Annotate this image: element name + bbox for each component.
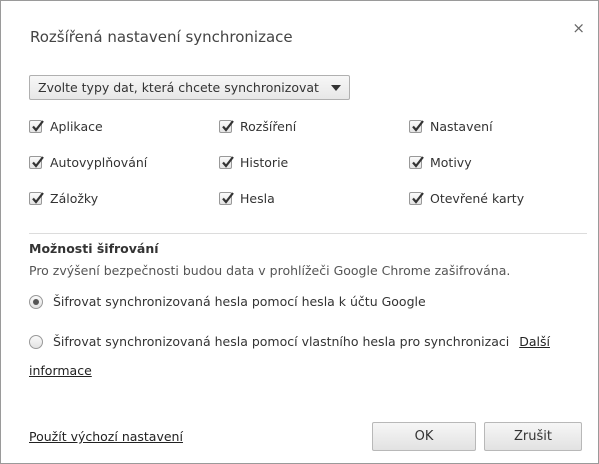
checkbox-extensions[interactable]: Rozšíření: [219, 119, 296, 134]
reset-defaults-link[interactable]: Použít výchozí nastavení: [29, 429, 183, 444]
encryption-description: Pro zvýšení bezpečnosti budou data v pro…: [29, 263, 511, 278]
radio-encrypt-custom[interactable]: Šifrovat synchronizovaná hesla pomocí vl…: [29, 334, 550, 349]
ok-button[interactable]: OK: [372, 422, 476, 451]
checkbox-checked-icon[interactable]: [29, 120, 44, 133]
sync-type-dropdown-value: Zvolte typy dat, která chcete synchroniz…: [38, 80, 319, 95]
cancel-button[interactable]: Zrušit: [484, 422, 582, 451]
radio-selected-icon[interactable]: [29, 294, 43, 309]
radio-label-google: Šifrovat synchronizovaná hesla pomocí he…: [53, 294, 426, 309]
checkbox-checked-icon[interactable]: [409, 156, 424, 169]
checkbox-label: Rozšíření: [240, 119, 297, 134]
checkbox-checked-icon[interactable]: [29, 192, 44, 205]
checkbox-label: Historie: [240, 155, 289, 170]
checkbox-history[interactable]: Historie: [219, 155, 288, 170]
checkbox-label: Aplikace: [50, 119, 103, 134]
checkbox-apps[interactable]: Aplikace: [29, 119, 103, 134]
checkbox-checked-icon[interactable]: [219, 192, 234, 205]
advanced-sync-dialog: Rozšířená nastavení synchronizace × Zvol…: [0, 0, 599, 464]
encryption-section-title: Možnosti šifrování: [29, 241, 159, 256]
learn-more-link-continued[interactable]: informace: [29, 363, 92, 378]
section-divider: [29, 233, 587, 234]
checkbox-passwords[interactable]: Hesla: [219, 191, 275, 206]
checkbox-label: Hesla: [240, 191, 275, 206]
checkbox-settings[interactable]: Nastavení: [409, 119, 493, 134]
close-icon[interactable]: ×: [572, 21, 585, 36]
dialog-title: Rozšířená nastavení synchronizace: [30, 28, 293, 46]
checkbox-open-tabs[interactable]: Otevřené karty: [409, 191, 524, 206]
checkbox-checked-icon[interactable]: [219, 156, 234, 169]
checkbox-label: Autovyplňování: [50, 155, 148, 170]
radio-label-custom: Šifrovat synchronizovaná hesla pomocí vl…: [53, 334, 510, 349]
checkbox-bookmarks[interactable]: Záložky: [29, 191, 98, 206]
radio-encrypt-google[interactable]: Šifrovat synchronizovaná hesla pomocí he…: [29, 294, 426, 309]
checkbox-label: Nastavení: [430, 119, 493, 134]
checkbox-themes[interactable]: Motivy: [409, 155, 472, 170]
checkbox-label: Záložky: [50, 191, 99, 206]
chevron-down-icon: [330, 84, 341, 91]
checkbox-label: Otevřené karty: [430, 191, 525, 206]
learn-more-link[interactable]: Další: [519, 334, 550, 349]
checkbox-checked-icon[interactable]: [409, 192, 424, 205]
radio-unselected-icon[interactable]: [29, 334, 43, 349]
checkbox-checked-icon[interactable]: [29, 156, 44, 169]
checkbox-label: Motivy: [430, 155, 472, 170]
checkbox-autofill[interactable]: Autovyplňování: [29, 155, 147, 170]
sync-type-dropdown[interactable]: Zvolte typy dat, která chcete synchroniz…: [29, 75, 350, 100]
checkbox-checked-icon[interactable]: [409, 120, 424, 133]
checkbox-checked-icon[interactable]: [219, 120, 234, 133]
